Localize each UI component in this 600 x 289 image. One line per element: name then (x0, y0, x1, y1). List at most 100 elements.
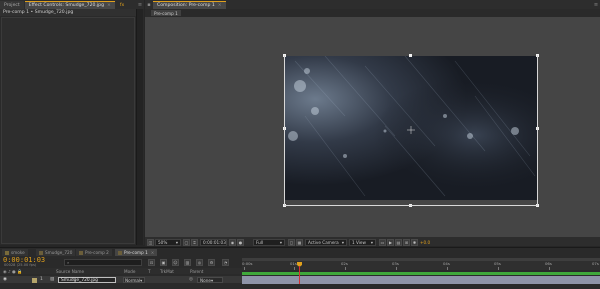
tab-composition-label: Composition: Pre-comp 1 (157, 3, 215, 8)
tab-project-label: Project (4, 2, 20, 8)
fx-badge[interactable]: fx (115, 1, 129, 9)
show-channel-icon[interactable]: ● (237, 239, 244, 246)
brainstorm-icon[interactable]: ⚙ (208, 259, 215, 266)
left-panel-tabbar: Project Effect Controls: Smudge_720.jpg … (0, 0, 144, 9)
column-t[interactable]: T (148, 269, 151, 274)
eye-icon[interactable]: ◉ (3, 277, 7, 282)
fps-info: 00028 (25.00 fps) (4, 263, 37, 267)
fast-preview-icon[interactable]: ▶ (387, 239, 394, 246)
tab-effect-controls-label: Effect Controls: Smudge_720.jpg (28, 3, 104, 8)
views-value: 1 View (352, 240, 366, 245)
comp-mini-flowchart-icon[interactable]: ⊡ (148, 259, 155, 266)
tab-effect-controls[interactable]: Effect Controls: Smudge_720.jpg × (24, 1, 115, 9)
layer-parent-dropdown[interactable]: None▾ (197, 277, 223, 283)
layer-mode-dropdown[interactable]: Normal▾ (123, 277, 145, 283)
viewer-timecode: 0:00:01:03 (203, 240, 226, 245)
panel-menu-icon[interactable]: ≡ (592, 1, 600, 9)
layer-parent-value: None (200, 278, 211, 283)
timeline-tab-precomp-2[interactable]: Pre-comp 2 (76, 249, 112, 256)
layer-mode-value: Normal (125, 278, 141, 283)
layer-name: Smudge_720.jpg (61, 278, 98, 283)
ruler-tick (447, 267, 448, 270)
ruler-tick (244, 267, 245, 270)
column-source-name[interactable]: Source Name (56, 269, 84, 274)
chevron-down-icon: ▾ (370, 240, 373, 245)
layer-bounding-box (284, 55, 538, 206)
motion-blur-icon[interactable]: ◎ (196, 259, 203, 266)
chevron-down-icon: ▾ (279, 240, 282, 245)
reset-exposure-icon[interactable]: ✱ (411, 239, 418, 246)
timeline-tab-label: Pre-comp 2 (85, 250, 109, 255)
left-panel-scrollbar[interactable] (136, 9, 143, 245)
close-icon[interactable]: × (218, 3, 222, 8)
ruler-tick (498, 267, 499, 270)
lock-icon[interactable]: ▪ (145, 1, 153, 9)
safe-margins-icon[interactable]: ▢ (183, 239, 190, 246)
close-icon[interactable]: × (107, 3, 111, 8)
effect-controls-subtitle-text: Pre-comp 1 • Smudge_720.jpg (3, 10, 74, 15)
tab-composition[interactable]: Composition: Pre-comp 1 × (153, 1, 226, 9)
shy-layers-icon[interactable]: ☺ (172, 259, 179, 266)
resolution-dropdown[interactable]: Full ▾ (253, 239, 285, 246)
timeline-tab-label: Pre-comp 1 (124, 250, 148, 255)
ruler-tick-label: 02s (341, 261, 348, 266)
column-mode[interactable]: Mode (124, 269, 135, 274)
effect-controls-subtitle: Pre-comp 1 • Smudge_720.jpg (0, 9, 136, 16)
close-icon[interactable]: × (151, 250, 155, 255)
snapshot-icon[interactable]: ◉ (229, 239, 236, 246)
timeline-tab-precomp-1[interactable]: Pre-comp 1 × (115, 249, 158, 256)
chevron-down-icon: ▾ (175, 240, 178, 245)
grid-icon[interactable]: ⌗ (191, 239, 198, 246)
camera-dropdown[interactable]: Active Camera ▾ (305, 239, 347, 246)
transparency-grid-icon[interactable]: ▦ (296, 239, 303, 246)
tab-color-swatch (79, 250, 83, 255)
layer-duration-bar-body[interactable] (242, 276, 600, 284)
timeline-search-input[interactable]: ⌕ (64, 259, 142, 266)
magnification-value: 50% (158, 240, 168, 245)
ruler-tick-label: 01s (290, 261, 297, 266)
tab-project[interactable]: Project (0, 1, 24, 9)
layer-row[interactable]: ◉ 1 ▧ Smudge_720.jpg Normal▾ ◎ None▾ (0, 275, 242, 284)
panel-menu-icon[interactable]: ≡ (136, 1, 144, 9)
timecode-display[interactable]: 0:00:01:03 (200, 239, 227, 246)
tab-color-swatch (39, 250, 43, 255)
column-parent[interactable]: Parent (190, 269, 203, 274)
comp-subtab-label: Pre-comp 1 (154, 10, 178, 16)
ruler-tick (549, 267, 550, 270)
ruler-tick-label: 03s (392, 261, 399, 266)
timeline-tab-smudge[interactable]: Smudge_720 (36, 249, 76, 256)
magnification-dropdown[interactable]: 50% ▾ (155, 239, 181, 246)
layer-name-box[interactable]: Smudge_720.jpg (58, 277, 116, 283)
timeline-tab-smoke[interactable]: smoke (2, 249, 28, 256)
layer-duration-bar[interactable] (242, 272, 600, 275)
layer-color-label[interactable] (32, 278, 37, 283)
resolution-value: Full (256, 240, 264, 245)
comp-subtab-bar: Pre-comp 1 (145, 9, 600, 17)
effect-controls-body (1, 17, 135, 244)
frame-blending-icon[interactable]: ▥ (184, 259, 191, 266)
always-preview-icon[interactable]: ◫ (147, 239, 154, 246)
comp-flowchart-icon[interactable]: ⊞ (403, 239, 410, 246)
comp-subtab[interactable]: Pre-comp 1 (151, 10, 181, 16)
ruler-tick (396, 267, 397, 270)
ruler-tick-label: 0:00s (242, 261, 253, 266)
ruler-tick (294, 267, 295, 270)
tab-color-swatch (118, 250, 122, 255)
toggle-pixel-aspect-icon[interactable]: ▭ (379, 239, 386, 246)
layer-parent-icon[interactable]: ◎ (189, 277, 193, 282)
timeline-tab-label: Smudge_720 (45, 250, 73, 255)
comp-panel-tabbar: ▪ Composition: Pre-comp 1 × ≡ (145, 0, 600, 9)
timeline-tab-label: smoke (11, 250, 25, 255)
graph-editor-icon[interactable]: ◔ (222, 259, 229, 266)
timeline-bottom-bar (0, 284, 600, 289)
tab-color-swatch (5, 250, 9, 255)
timeline-icon[interactable]: ▤ (395, 239, 402, 246)
layer-number: 1 (40, 277, 43, 282)
ruler-tick-label: 07s (592, 261, 599, 266)
draft-3d-icon[interactable]: ▣ (160, 259, 167, 266)
column-trkmat[interactable]: TrkMat (160, 269, 174, 274)
region-of-interest-icon[interactable]: ◻ (288, 239, 295, 246)
views-dropdown[interactable]: 1 View ▾ (349, 239, 376, 246)
search-icon: ⌕ (67, 260, 70, 265)
exposure-value[interactable]: +0.0 (420, 240, 430, 245)
